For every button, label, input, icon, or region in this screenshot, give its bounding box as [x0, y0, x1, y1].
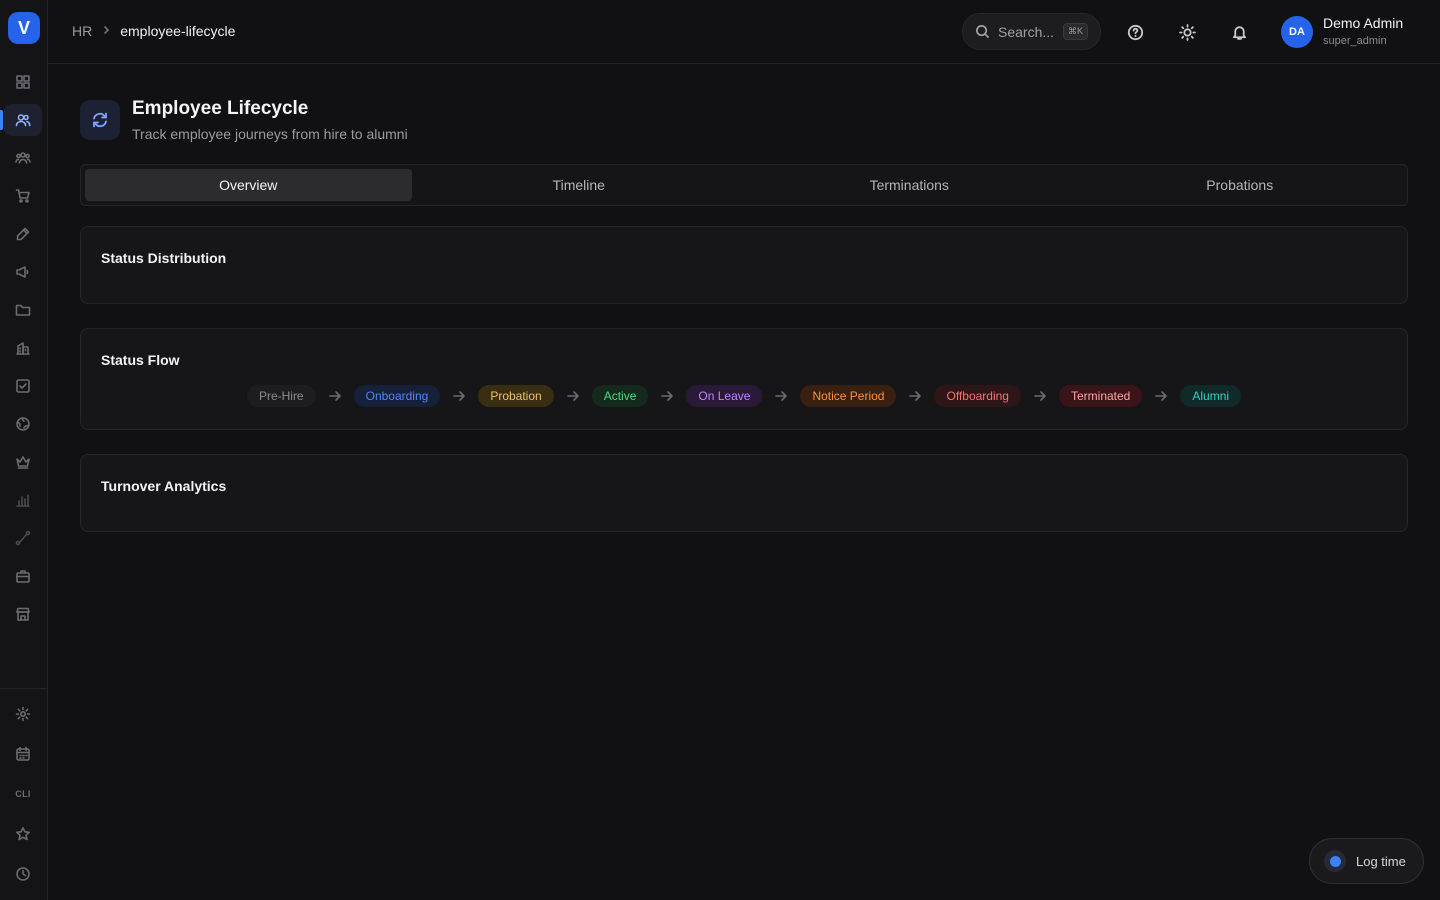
- arrow-right-icon: [658, 389, 676, 403]
- crown-icon: [16, 456, 30, 469]
- arrow-right-icon: [326, 389, 344, 403]
- megaphone-icon: [16, 266, 29, 278]
- help-button[interactable]: [1123, 20, 1147, 44]
- user-name[interactable]: Demo Admin: [1323, 15, 1403, 31]
- cli-label: CLI: [15, 789, 31, 799]
- tab-probations[interactable]: Probations: [1077, 169, 1404, 201]
- status-pill: Onboarding: [353, 385, 441, 407]
- arrow-right-icon: [450, 389, 468, 403]
- tab-overview[interactable]: Overview: [85, 169, 412, 201]
- status-pill: Pre-Hire: [246, 385, 316, 407]
- tab-timeline[interactable]: Timeline: [416, 169, 743, 201]
- status-flow: Pre-Hire Onboarding Probation Active On Leav…: [81, 385, 1407, 407]
- user-role: super_admin: [1323, 35, 1387, 47]
- calendar-icon: [16, 746, 30, 761]
- sidebar-item-analytics[interactable]: [4, 484, 42, 516]
- turnover-analytics-card: Turnover Analytics: [80, 454, 1408, 532]
- search-button[interactable]: Search... ⌘K: [962, 13, 1101, 50]
- sidebar-item-favorites[interactable]: [4, 818, 42, 850]
- lifecycle-icon: [80, 100, 120, 140]
- status-flow-card: Status Flow Pre-Hire Onboarding Probation A…: [80, 328, 1408, 430]
- sun-icon: [1178, 23, 1196, 41]
- log-time-label: Log time: [1356, 853, 1406, 869]
- arrow-right-icon: [906, 389, 924, 403]
- page-title: Employee Lifecycle: [132, 98, 309, 119]
- status-pill: Offboarding: [934, 385, 1021, 407]
- route-icon: [15, 530, 31, 546]
- star-icon: [16, 827, 30, 841]
- app-logo[interactable]: V: [8, 12, 40, 44]
- active-indicator: [0, 110, 3, 130]
- card-title: Status Flow: [101, 352, 180, 368]
- timer-icon: [1324, 850, 1346, 872]
- sidebar-item-cli[interactable]: CLI: [4, 778, 42, 810]
- sidebar: V CLI: [0, 0, 48, 900]
- sidebar-item-dashboard[interactable]: [4, 66, 42, 98]
- sidebar-item-calendar[interactable]: [4, 738, 42, 770]
- sidebar-item-routes[interactable]: [4, 522, 42, 554]
- status-pill: On Leave: [686, 385, 763, 407]
- log-time-button[interactable]: Log time: [1309, 838, 1424, 884]
- card-title: Status Distribution: [101, 250, 227, 266]
- arrow-right-icon: [564, 389, 582, 403]
- page-subtitle: Track employee journeys from hire to alu…: [132, 126, 408, 142]
- grid-icon: [16, 75, 30, 89]
- help-icon: [1127, 24, 1143, 40]
- gear-icon: [15, 706, 31, 722]
- search-icon: [976, 25, 990, 39]
- sidebar-item-design[interactable]: [4, 218, 42, 250]
- chevron-right-icon: [100, 23, 112, 39]
- team-icon: [15, 152, 31, 164]
- status-pill: Terminated: [1058, 385, 1143, 407]
- notifications-button[interactable]: [1227, 20, 1251, 44]
- sidebar-item-jobs[interactable]: [4, 560, 42, 592]
- briefcase-icon: [16, 570, 30, 583]
- tab-terminations[interactable]: Terminations: [746, 169, 1073, 201]
- status-pill: Probation: [478, 385, 554, 407]
- sidebar-item-history[interactable]: [4, 858, 42, 890]
- globe-icon: [16, 417, 30, 431]
- cart-icon: [15, 189, 30, 203]
- sidebar-item-store[interactable]: [4, 598, 42, 630]
- arrow-right-icon: [1152, 389, 1170, 403]
- tab-list: Overview Timeline Terminations Probation…: [80, 164, 1408, 206]
- breadcrumb-current: employee-lifecycle: [120, 23, 236, 39]
- sidebar-item-commerce[interactable]: [4, 180, 42, 212]
- building-icon: [16, 342, 30, 355]
- bell-icon: [1232, 25, 1246, 40]
- search-placeholder: Search...: [998, 23, 1055, 40]
- status-pill: Active: [591, 385, 649, 407]
- breadcrumb-parent[interactable]: HR: [72, 23, 92, 39]
- sidebar-item-files[interactable]: [4, 294, 42, 326]
- sidebar-item-global[interactable]: [4, 408, 42, 440]
- sidebar-item-tasks[interactable]: [4, 370, 42, 402]
- checkbox-icon: [16, 379, 30, 393]
- status-pill: Notice Period: [800, 385, 897, 407]
- avatar[interactable]: DA: [1281, 16, 1313, 48]
- search-shortcut: ⌘K: [1062, 23, 1088, 40]
- sidebar-item-hr[interactable]: [4, 104, 42, 136]
- sidebar-item-premium[interactable]: [4, 446, 42, 478]
- sidebar-item-marketing[interactable]: [4, 256, 42, 288]
- arrow-right-icon: [772, 389, 790, 403]
- status-distribution-card: Status Distribution: [80, 226, 1408, 304]
- sidebar-item-teams[interactable]: [4, 142, 42, 174]
- clock-icon: [16, 867, 30, 881]
- breadcrumb: HR employee-lifecycle: [72, 23, 235, 39]
- sidebar-item-company[interactable]: [4, 332, 42, 364]
- pen-icon: [16, 227, 30, 241]
- sidebar-divider: [0, 688, 47, 689]
- arrow-right-icon: [1031, 389, 1049, 403]
- theme-toggle-button[interactable]: [1175, 20, 1199, 44]
- top-bar: HR employee-lifecycle Search... ⌘K DA De…: [48, 0, 1440, 64]
- bar-chart-icon: [16, 494, 30, 507]
- folder-icon: [15, 304, 31, 316]
- status-pill: Alumni: [1180, 385, 1242, 407]
- users-icon: [15, 114, 31, 127]
- sidebar-item-settings[interactable]: [4, 698, 42, 730]
- card-title: Turnover Analytics: [101, 478, 227, 494]
- store-icon: [16, 607, 30, 621]
